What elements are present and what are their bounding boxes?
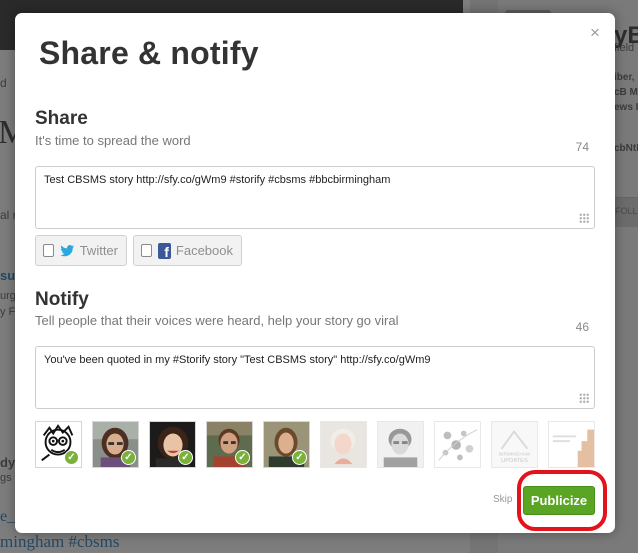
svg-text:UPDATES: UPDATES xyxy=(501,458,528,464)
birmingham-updates-logo: BIRMINGHAM UPDATES xyxy=(492,422,537,467)
twitter-icon xyxy=(60,244,75,256)
highlight-annotation xyxy=(517,470,607,531)
share-subtitle: It's time to spread the word xyxy=(35,133,191,148)
quoted-person-avatar[interactable]: ✓ xyxy=(35,421,82,468)
share-message-text: Test CBSMS story http://sfy.co/gWm9 #sto… xyxy=(44,174,391,186)
background-profile-line: cbNtE xyxy=(614,143,638,154)
quoted-person-avatar[interactable] xyxy=(434,421,481,468)
selected-check-icon: ✓ xyxy=(178,450,193,465)
quoted-person-avatar[interactable]: ✓ xyxy=(92,421,139,468)
share-char-counter: 74 xyxy=(575,140,589,154)
background-profile-line: iber, xyxy=(614,72,635,83)
background-text: d xyxy=(0,76,7,90)
twitter-checkbox[interactable] xyxy=(43,244,54,257)
notify-heading: Notify xyxy=(35,289,89,310)
notify-char-counter: 46 xyxy=(575,320,589,334)
person-photo-image xyxy=(378,422,423,467)
background-profile-handle: field xyxy=(614,42,635,54)
close-icon[interactable]: × xyxy=(587,24,603,41)
quoted-person-avatar[interactable]: ✓ xyxy=(263,421,310,468)
background-profile-line: cB M xyxy=(614,87,638,98)
notify-message-field[interactable]: You've been quoted in my #Storify story … xyxy=(35,346,595,409)
resize-grip-icon[interactable] xyxy=(579,213,589,223)
share-notify-dialog: × Share & notify Share It's time to spre… xyxy=(15,13,615,533)
background-text: y F xyxy=(0,306,16,318)
notify-subtitle: Tell people that their voices were heard… xyxy=(35,313,399,328)
notify-message-text: You've been quoted in my #Storify story … xyxy=(44,354,431,366)
resize-grip-icon[interactable] xyxy=(579,393,589,403)
background-hashtags: mingham #cbsms xyxy=(0,532,120,551)
selected-check-icon: ✓ xyxy=(292,450,307,465)
facebook-toggle[interactable]: f Facebook xyxy=(133,235,242,266)
quoted-person-avatar[interactable]: ✓ xyxy=(206,421,253,468)
share-heading: Share xyxy=(35,108,88,129)
background-link: e_ xyxy=(0,508,16,525)
document-avatar-image xyxy=(549,422,594,467)
background-follow-label: FOLL xyxy=(615,206,638,216)
share-message-field[interactable]: Test CBSMS story http://sfy.co/gWm9 #sto… xyxy=(35,166,595,229)
selected-check-icon: ✓ xyxy=(235,450,250,465)
quoted-person-avatar[interactable] xyxy=(320,421,367,468)
twitter-toggle[interactable]: Twitter xyxy=(35,235,127,266)
quoted-person-avatar[interactable]: BIRMINGHAM UPDATES xyxy=(491,421,538,468)
background-profile-line: ews I xyxy=(614,102,638,113)
twitter-label: Twitter xyxy=(79,243,118,258)
facebook-checkbox[interactable] xyxy=(141,244,152,257)
facebook-label: Facebook xyxy=(175,243,233,258)
svg-text:BIRMINGHAM: BIRMINGHAM xyxy=(499,452,530,458)
quoted-person-avatar[interactable] xyxy=(377,421,424,468)
selected-check-icon: ✓ xyxy=(64,450,79,465)
background-text: gs xyxy=(0,472,12,484)
dialog-title: Share & notify xyxy=(39,35,259,71)
selected-check-icon: ✓ xyxy=(121,450,136,465)
quoted-person-avatar[interactable] xyxy=(548,421,595,468)
background-text: urg xyxy=(0,290,16,302)
quoted-people-list: ✓ ✓ ✓ ✓ ✓ BIRMINGHAM UPDATES xyxy=(35,421,595,469)
floral-avatar-image xyxy=(435,422,480,467)
background-text: dy xyxy=(0,455,16,470)
facebook-icon: f xyxy=(157,242,171,259)
person-photo-image xyxy=(321,422,366,467)
quoted-person-avatar[interactable]: ✓ xyxy=(149,421,196,468)
skip-link[interactable]: Skip xyxy=(493,494,512,505)
